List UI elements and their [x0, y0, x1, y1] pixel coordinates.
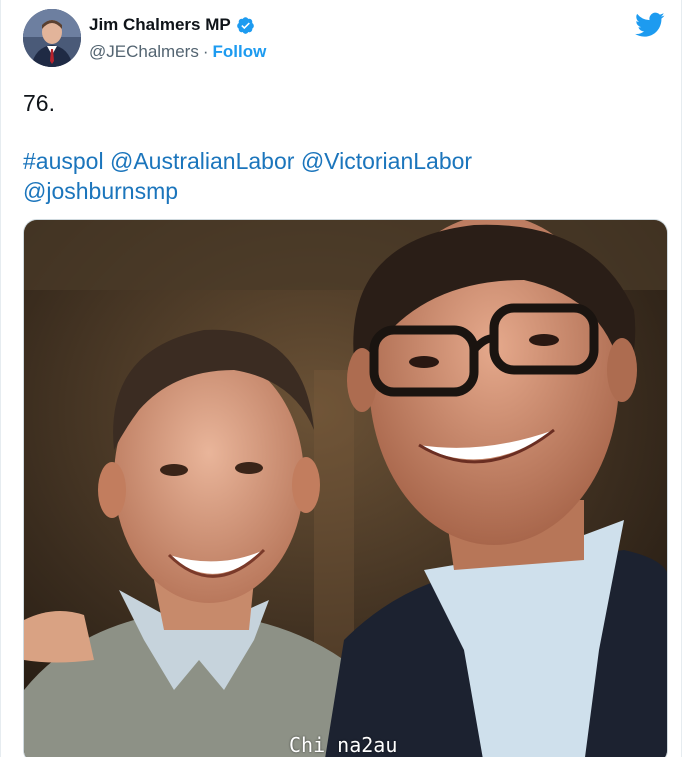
mention-victorianlabor[interactable]: @VictorianLabor — [301, 148, 472, 174]
author-display-name[interactable]: Jim Chalmers MP — [89, 15, 231, 35]
avatar[interactable] — [23, 9, 81, 67]
tweet-text: 76. #auspol @AustralianLabor @VictorianL… — [23, 88, 663, 206]
mention-australianlabor[interactable]: @AustralianLabor — [110, 148, 294, 174]
watermark-text: Chi na2au — [289, 733, 398, 757]
tweet-photo[interactable] — [23, 219, 668, 757]
handle-separator: · — [202, 42, 209, 61]
tweet-card: Jim Chalmers MP @JEChalmers · Follow 76.… — [0, 0, 682, 757]
verified-badge-icon — [236, 16, 255, 35]
tweet-text-line: 76. — [23, 90, 55, 116]
author-handle[interactable]: @JEChalmers — [89, 42, 199, 62]
mention-joshburnsmp[interactable]: @joshburnsmp — [23, 178, 178, 204]
twitter-bird-icon[interactable] — [635, 12, 665, 38]
author-handle-row: @JEChalmers · Follow — [89, 42, 266, 62]
author-name-row: Jim Chalmers MP — [89, 15, 255, 35]
follow-button[interactable]: Follow — [213, 42, 267, 62]
hashtag-auspol[interactable]: #auspol — [23, 148, 104, 174]
